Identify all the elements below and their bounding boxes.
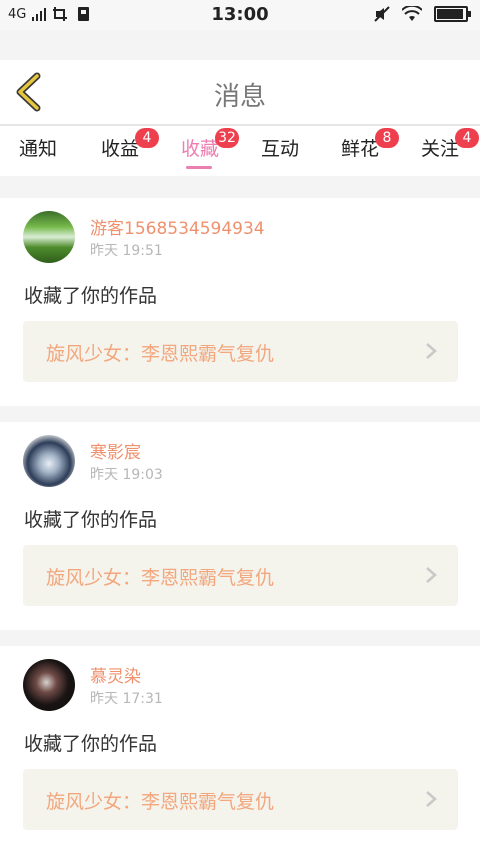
work-link[interactable]: 旋风少女：李恩熙霸气复仇 — [23, 321, 458, 382]
follows-badge: 4 — [455, 128, 479, 148]
timestamp: 昨天 17:31 — [90, 691, 163, 707]
message-text: 收藏了你的作品 — [24, 509, 158, 531]
message-card: 游客1568534594934 昨天 19:51 收藏了你的作品 旋风少女：李恩… — [0, 198, 480, 406]
status-right — [374, 6, 471, 22]
username[interactable]: 寒影宸 — [90, 438, 141, 463]
tab-flowers[interactable]: 鲜花 8 — [341, 128, 399, 161]
message-card: 慕灵染 昨天 17:31 收藏了你的作品 旋风少女：李恩熙霸气复仇 — [0, 646, 480, 854]
username[interactable]: 游客1568534594934 — [90, 214, 265, 239]
work-title: 旋风少女：李恩熙霸气复仇 — [46, 791, 275, 813]
tab-label: 关注 — [421, 138, 460, 160]
avatar[interactable] — [23, 659, 75, 711]
chevron-right-icon — [426, 343, 437, 359]
tab-bar: 通知 收益 4 收藏 32 互动 鲜花 8 关注 4 — [0, 126, 480, 176]
earnings-badge: 4 — [135, 128, 159, 148]
chevron-right-icon — [426, 791, 437, 807]
active-tab-indicator — [186, 166, 212, 169]
nav-header: 消息 — [0, 60, 480, 124]
tab-label: 收藏 — [181, 138, 220, 160]
page-title: 消息 — [213, 82, 266, 112]
tab-favorites[interactable]: 收藏 32 — [181, 128, 239, 161]
work-link[interactable]: 旋风少女：李恩熙霸气复仇 — [23, 545, 458, 606]
timestamp: 昨天 19:03 — [90, 467, 163, 483]
wifi-icon — [402, 6, 422, 21]
work-title: 旋风少女：李恩熙霸气复仇 — [46, 343, 275, 365]
message-text: 收藏了你的作品 — [24, 285, 158, 307]
message-card: 寒影宸 昨天 19:03 收藏了你的作品 旋风少女：李恩熙霸气复仇 — [0, 422, 480, 630]
username[interactable]: 慕灵染 — [90, 662, 141, 687]
avatar[interactable] — [23, 211, 75, 263]
work-link[interactable]: 旋风少女：李恩熙霸气复仇 — [23, 769, 458, 830]
tab-interactions[interactable]: 互动 — [261, 134, 299, 161]
tab-label: 收益 — [101, 138, 140, 160]
avatar[interactable] — [23, 435, 75, 487]
flowers-badge: 8 — [375, 128, 399, 148]
work-title: 旋风少女：李恩熙霸气复仇 — [46, 567, 275, 589]
tab-earnings[interactable]: 收益 4 — [101, 128, 159, 161]
mute-icon — [374, 6, 390, 22]
tab-label: 鲜花 — [341, 138, 380, 160]
message-text: 收藏了你的作品 — [24, 733, 158, 755]
battery-icon — [434, 6, 471, 22]
chevron-right-icon — [426, 567, 437, 583]
tab-notifications[interactable]: 通知 — [19, 134, 57, 161]
tab-label: 通知 — [19, 138, 58, 160]
tab-label: 互动 — [261, 138, 300, 160]
status-bar: 4G 13:00 — [0, 0, 480, 30]
timestamp: 昨天 19:51 — [90, 243, 163, 259]
tab-follows[interactable]: 关注 4 — [421, 128, 479, 161]
favorites-badge: 32 — [215, 128, 239, 148]
